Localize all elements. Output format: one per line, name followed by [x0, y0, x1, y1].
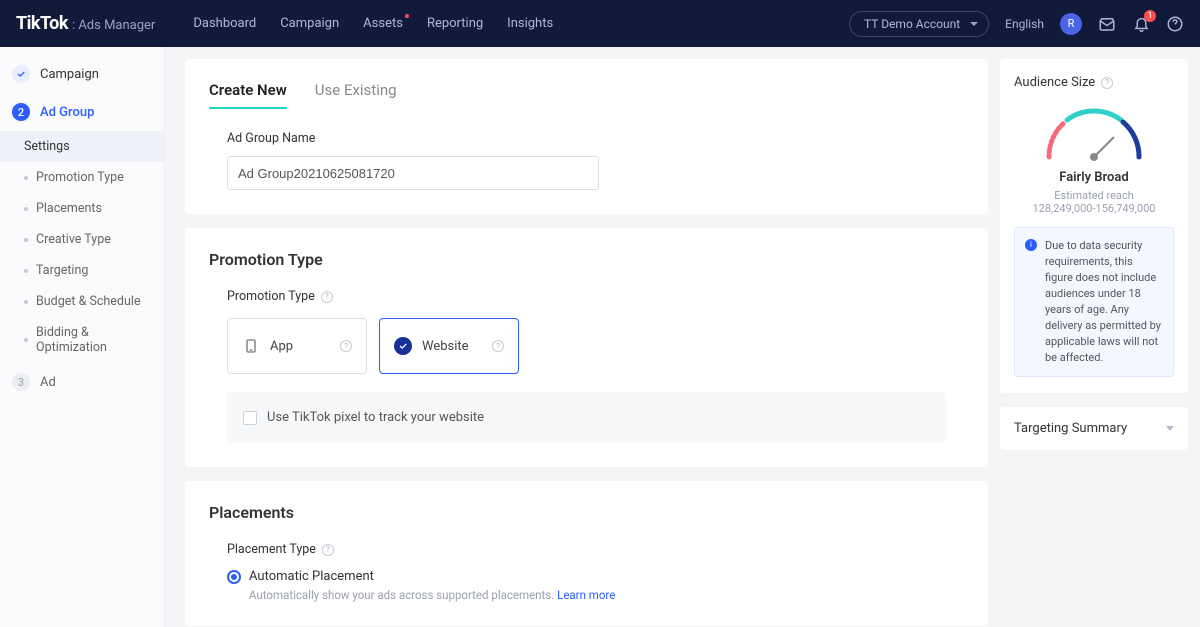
account-selector[interactable]: TT Demo Account [849, 11, 989, 37]
card-adgroup-name: Create New Use Existing Ad Group Name [185, 59, 988, 214]
sidebar-item-bidding-optimization[interactable]: Bidding & Optimization [0, 317, 164, 363]
radio-label: Automatic Placement [249, 569, 374, 584]
main-content: Create New Use Existing Ad Group Name Pr… [165, 47, 1000, 627]
nav-right: TT Demo Account English R [849, 11, 1184, 37]
sidebar-item-settings[interactable]: Settings [0, 131, 164, 162]
notice-box: i Due to data security requirements, thi… [1014, 227, 1174, 377]
sidebar-item-targeting[interactable]: Targeting [0, 255, 164, 286]
adgroup-name-label: Ad Group Name [227, 131, 946, 146]
pixel-checkbox-row[interactable]: Use TikTok pixel to track your website [227, 392, 946, 443]
step-number-icon: 3 [12, 373, 30, 391]
sidebar: Campaign 2 Ad Group Settings Promotion T… [0, 47, 165, 627]
step-label: Ad [40, 375, 56, 390]
step-label: Ad Group [40, 105, 94, 120]
help-icon[interactable]: ? [492, 340, 504, 352]
section-title: Promotion Type [209, 250, 964, 269]
step-ad[interactable]: 3 Ad [0, 363, 164, 401]
language-selector[interactable]: English [1005, 17, 1044, 31]
radio-automatic-placement[interactable]: Automatic Placement [209, 569, 964, 584]
card-targeting-summary[interactable]: Targeting Summary [1000, 407, 1188, 450]
sidebar-item-budget-schedule[interactable]: Budget & Schedule [0, 286, 164, 317]
chevron-down-icon [1166, 426, 1174, 431]
audience-title: Audience Size [1014, 75, 1095, 90]
section-title: Placements [209, 503, 964, 522]
inbox-icon[interactable] [1098, 15, 1116, 33]
promo-option-app[interactable]: App ? [227, 318, 367, 374]
sidebar-item-placements[interactable]: Placements [0, 193, 164, 224]
checkbox-icon[interactable] [243, 411, 257, 425]
check-icon [394, 337, 412, 355]
account-label: TT Demo Account [864, 17, 960, 31]
step-adgroup[interactable]: 2 Ad Group [0, 93, 164, 131]
step-number-icon: 2 [12, 103, 30, 121]
nav-reporting[interactable]: Reporting [427, 16, 483, 31]
check-icon [12, 65, 30, 83]
dot-icon [24, 238, 28, 242]
targeting-summary-label: Targeting Summary [1014, 421, 1127, 436]
nav-dashboard[interactable]: Dashboard [193, 16, 256, 31]
learn-more-link[interactable]: Learn more [557, 588, 615, 602]
promo-option-website[interactable]: Website ? [379, 318, 519, 374]
dot-icon [24, 338, 28, 342]
promo-app-label: App [270, 339, 293, 354]
brand-logo: TikTok [16, 13, 68, 34]
dot-icon [24, 176, 28, 180]
placement-hint: Automatically show your ads across suppo… [209, 588, 964, 602]
help-icon[interactable]: ? [321, 291, 333, 303]
step-label: Campaign [40, 67, 99, 82]
top-nav: TikTok : Ads Manager Dashboard Campaign … [0, 0, 1200, 47]
help-icon[interactable]: ? [322, 544, 334, 556]
nav-links: Dashboard Campaign Assets Reporting Insi… [193, 16, 553, 31]
right-rail: Audience Size ? Fairly Broad Estimated r… [1000, 47, 1200, 627]
promo-type-label: Promotion Type [227, 289, 315, 304]
audience-status: Fairly Broad [1014, 170, 1174, 185]
notifications-icon[interactable] [1132, 15, 1150, 33]
placement-type-label: Placement Type [227, 542, 316, 557]
notice-text: Due to data security requirements, this … [1045, 238, 1163, 366]
sidebar-item-promotion-type[interactable]: Promotion Type [0, 162, 164, 193]
audience-sub: Estimated reach [1014, 189, 1174, 202]
brand-subtitle: : Ads Manager [72, 18, 155, 33]
gauge-icon [1014, 102, 1174, 162]
pixel-label: Use TikTok pixel to track your website [267, 410, 484, 425]
tab-use-existing[interactable]: Use Existing [315, 81, 397, 109]
dot-icon [24, 269, 28, 273]
app-icon [242, 337, 260, 355]
card-audience-size: Audience Size ? Fairly Broad Estimated r… [1000, 59, 1188, 393]
audience-range: 128,249,000-156,749,000 [1014, 202, 1174, 215]
nav-insights[interactable]: Insights [507, 16, 553, 31]
step-campaign[interactable]: Campaign [0, 55, 164, 93]
card-placements: Placements Placement Type ? Automatic Pl… [185, 481, 988, 626]
radio-icon [227, 570, 241, 584]
tabs: Create New Use Existing [209, 81, 964, 109]
promo-website-label: Website [422, 339, 469, 354]
card-promotion-type: Promotion Type Promotion Type ? App ? [185, 228, 988, 467]
info-icon: i [1025, 239, 1037, 251]
nav-campaign[interactable]: Campaign [280, 16, 339, 31]
help-icon[interactable]: ? [340, 340, 352, 352]
substeps: Settings Promotion Type Placements Creat… [0, 131, 164, 363]
adgroup-name-input[interactable] [227, 156, 599, 190]
help-icon[interactable]: ? [1101, 77, 1113, 89]
avatar[interactable]: R [1060, 13, 1082, 35]
help-icon[interactable] [1166, 15, 1184, 33]
dot-icon [24, 207, 28, 211]
tab-create-new[interactable]: Create New [209, 81, 287, 109]
nav-assets[interactable]: Assets [363, 16, 403, 31]
sidebar-item-creative-type[interactable]: Creative Type [0, 224, 164, 255]
dot-icon [24, 300, 28, 304]
brand: TikTok : Ads Manager [16, 13, 155, 34]
